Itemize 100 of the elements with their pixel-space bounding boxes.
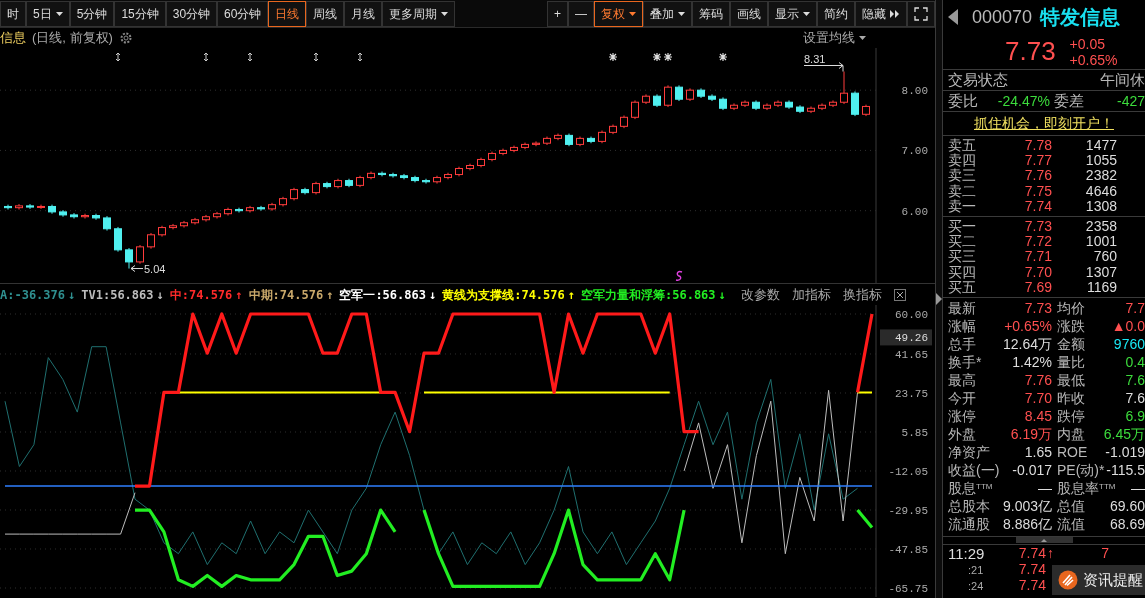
candlestick	[653, 93, 661, 108]
price-label: 5.04	[144, 262, 166, 275]
candlestick	[70, 212, 78, 220]
field-value: +0.65%	[1004, 317, 1052, 337]
period-tab[interactable]: 周线	[306, 1, 345, 27]
candlestick	[400, 173, 408, 180]
legend-label: 空军一:56.863	[339, 286, 426, 304]
tool-button[interactable]: 复权	[594, 1, 643, 27]
indicator-button[interactable]: 改参数	[737, 284, 783, 305]
indicator-button[interactable]: 加指标	[788, 284, 834, 305]
period-tab[interactable]: 15分钟	[114, 1, 166, 27]
trend-arrow: ↓	[156, 286, 164, 304]
period-tab[interactable]: 5分钟	[69, 1, 115, 27]
field-label: 换手*	[948, 353, 982, 373]
field-value: 6.9	[1125, 407, 1145, 427]
field-value: -427	[1115, 91, 1145, 111]
promo-link[interactable]: 抓住机会，即刻开户！	[974, 113, 1114, 134]
candlestick	[268, 202, 276, 212]
updown-arrow-icon	[357, 52, 363, 62]
axis-label: 8.00	[901, 85, 928, 98]
field-value: 9760	[1113, 335, 1145, 355]
expand-handle[interactable]	[1015, 537, 1073, 544]
signal-mark-icon	[675, 270, 683, 281]
tool-button[interactable]: 筹码	[692, 1, 730, 27]
updown-arrow-icon	[203, 52, 209, 62]
close-icon	[893, 289, 906, 302]
candlestick	[587, 136, 595, 144]
indicator-button[interactable]: 换指标	[839, 284, 885, 305]
field-value: 68.69	[1109, 515, 1145, 535]
candlestick	[114, 226, 122, 253]
back-arrow-icon[interactable]	[948, 9, 958, 25]
asterisk-icon	[652, 52, 662, 62]
fullscreen-button[interactable]	[907, 1, 935, 27]
candlestick	[15, 203, 23, 210]
double-arrow-icon	[890, 10, 900, 18]
field-value: 6.19万	[1010, 425, 1052, 445]
tool-button[interactable]: 隐藏	[855, 1, 907, 27]
period-tab[interactable]: 日线	[268, 1, 307, 27]
candlestick	[719, 96, 727, 111]
field-value: 7.73	[1024, 299, 1052, 319]
candlestick	[576, 136, 584, 147]
ma-settings-button[interactable]: 设置均线	[800, 28, 869, 48]
candlestick	[840, 71, 848, 105]
period-tab[interactable]: 60分钟	[217, 1, 269, 27]
tick-time: :24	[967, 578, 985, 594]
candlestick	[455, 166, 463, 177]
candlestick	[796, 104, 804, 114]
updown-arrow-icon	[313, 52, 319, 62]
trend-arrow: ↓	[68, 286, 76, 304]
order-label: 卖一	[948, 197, 977, 216]
candlestick	[807, 105, 815, 114]
candlestick	[664, 84, 672, 108]
period-tab[interactable]: 更多周期	[382, 1, 456, 27]
candlestick	[59, 209, 67, 218]
field-label: 外盘	[948, 425, 976, 445]
field-value: 7.6	[1125, 371, 1145, 391]
axis-label: 6.00	[901, 205, 928, 218]
tool-button[interactable]: 显示	[768, 1, 817, 27]
period-tab[interactable]: 时	[0, 1, 26, 27]
axis-label: 7.00	[901, 145, 928, 158]
candlestick	[103, 215, 111, 232]
candlestick	[620, 115, 628, 129]
field-value: 7.70	[1024, 389, 1052, 409]
settings-icon[interactable]	[118, 31, 133, 45]
candlestick	[136, 244, 144, 265]
field-value: —	[1038, 479, 1052, 499]
candlestick	[213, 211, 221, 220]
tool-button[interactable]: 简约	[817, 1, 855, 27]
candlestick	[851, 90, 859, 117]
candlestick	[367, 171, 375, 180]
tool-button[interactable]: +	[547, 1, 568, 27]
field-label: PE(动)*	[1057, 461, 1105, 481]
tool-button[interactable]: 叠加	[643, 1, 692, 27]
field-value: 6.45万	[1103, 425, 1145, 445]
candlestick	[246, 205, 254, 213]
candlestick	[92, 213, 100, 221]
field-value: 69.60	[1109, 497, 1145, 517]
period-tab[interactable]: 5日	[26, 1, 70, 27]
news-icon	[1058, 570, 1078, 590]
trend-arrow: ↓	[718, 286, 726, 304]
tool-button[interactable]: —	[568, 1, 594, 27]
tool-button[interactable]: 画线	[730, 1, 768, 27]
collapse-handle-icon[interactable]	[936, 293, 942, 305]
field-label: 内盘	[1057, 425, 1085, 445]
caret-up-icon	[1041, 538, 1047, 542]
period-tab[interactable]: 30分钟	[165, 1, 218, 27]
candlestick	[323, 181, 331, 189]
stock-name: 特发信息	[1040, 5, 1121, 30]
order-label: 买一	[948, 217, 977, 235]
candlestick	[642, 93, 650, 105]
field-label: 股息$^{TTM}$	[948, 479, 993, 499]
field-label: 总手	[948, 335, 976, 355]
candlestick	[818, 102, 826, 111]
field-value: 0.4	[1125, 353, 1145, 373]
period-tab[interactable]: 月线	[344, 1, 383, 27]
field-label: 量比	[1057, 353, 1085, 373]
news-alert-toast[interactable]: 资讯提醒	[1052, 565, 1145, 595]
trend-arrow: ↑	[235, 286, 243, 304]
candlestick	[829, 99, 837, 108]
candlestick	[565, 133, 573, 147]
